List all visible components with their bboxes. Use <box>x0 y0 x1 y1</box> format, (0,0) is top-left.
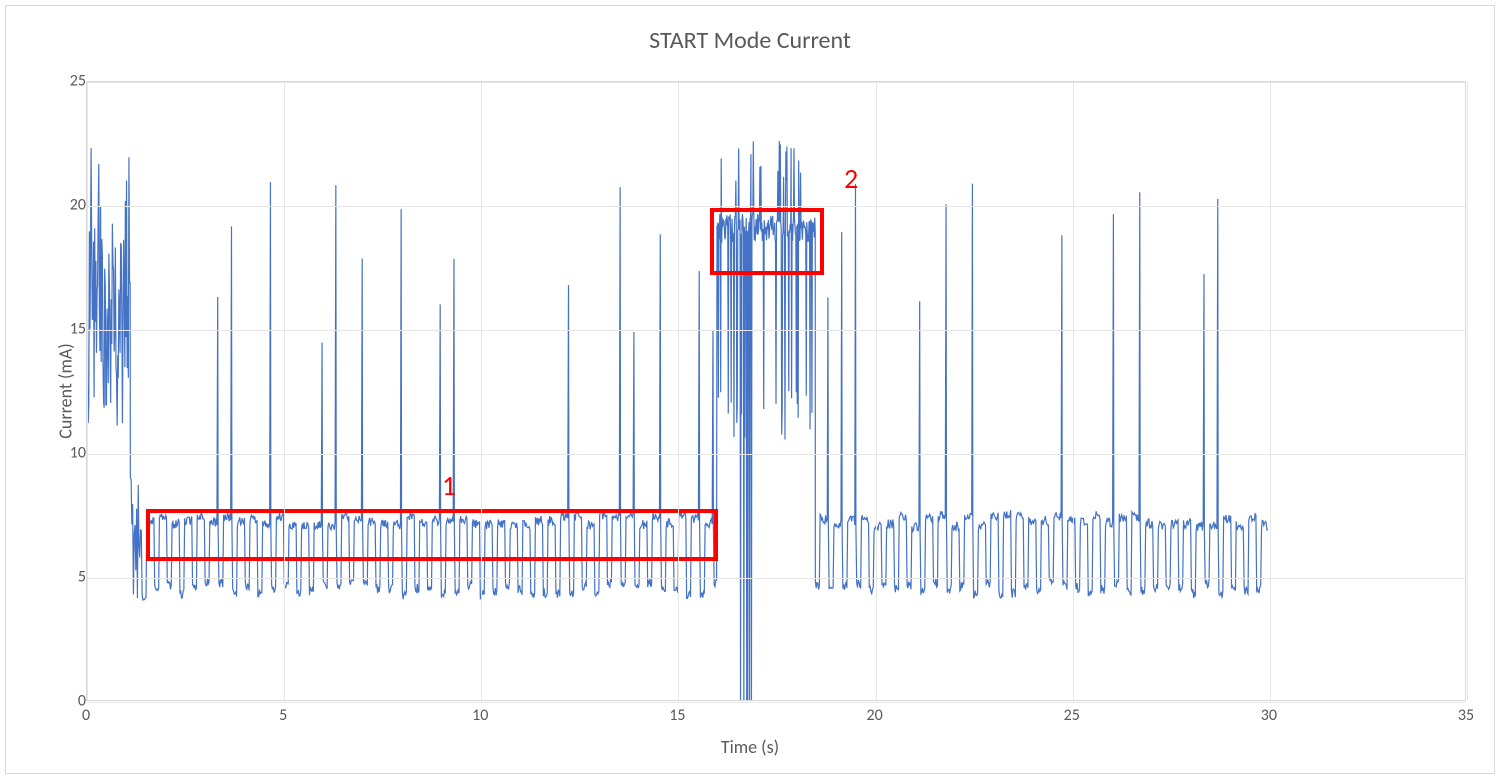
annotation-box-2 <box>710 208 824 275</box>
y-tick: 20 <box>46 196 86 215</box>
x-tick: 25 <box>1052 706 1092 725</box>
y-axis-label: Current (mA) <box>55 343 77 438</box>
x-tick: 15 <box>657 706 697 725</box>
chart-title: START Mode Current <box>6 26 1494 55</box>
annotation-box-1 <box>146 509 718 561</box>
y-tick: 25 <box>46 72 86 91</box>
y-tick: 15 <box>46 320 86 339</box>
x-tick: 0 <box>66 706 106 725</box>
chart-container: START Mode Current 1 2 Current (mA) Time… <box>5 5 1495 774</box>
y-tick: 5 <box>46 568 86 587</box>
x-tick: 20 <box>855 706 895 725</box>
x-tick: 5 <box>263 706 303 725</box>
annotation-label-1: 1 <box>442 468 456 503</box>
x-axis-label: Time (s) <box>6 736 1494 758</box>
x-tick: 10 <box>460 706 500 725</box>
x-tick: 30 <box>1249 706 1289 725</box>
x-tick: 35 <box>1446 706 1486 725</box>
annotation-label-2: 2 <box>844 161 858 196</box>
y-tick: 10 <box>46 444 86 463</box>
data-line <box>87 82 1465 700</box>
plot-area: 1 2 <box>86 81 1466 701</box>
